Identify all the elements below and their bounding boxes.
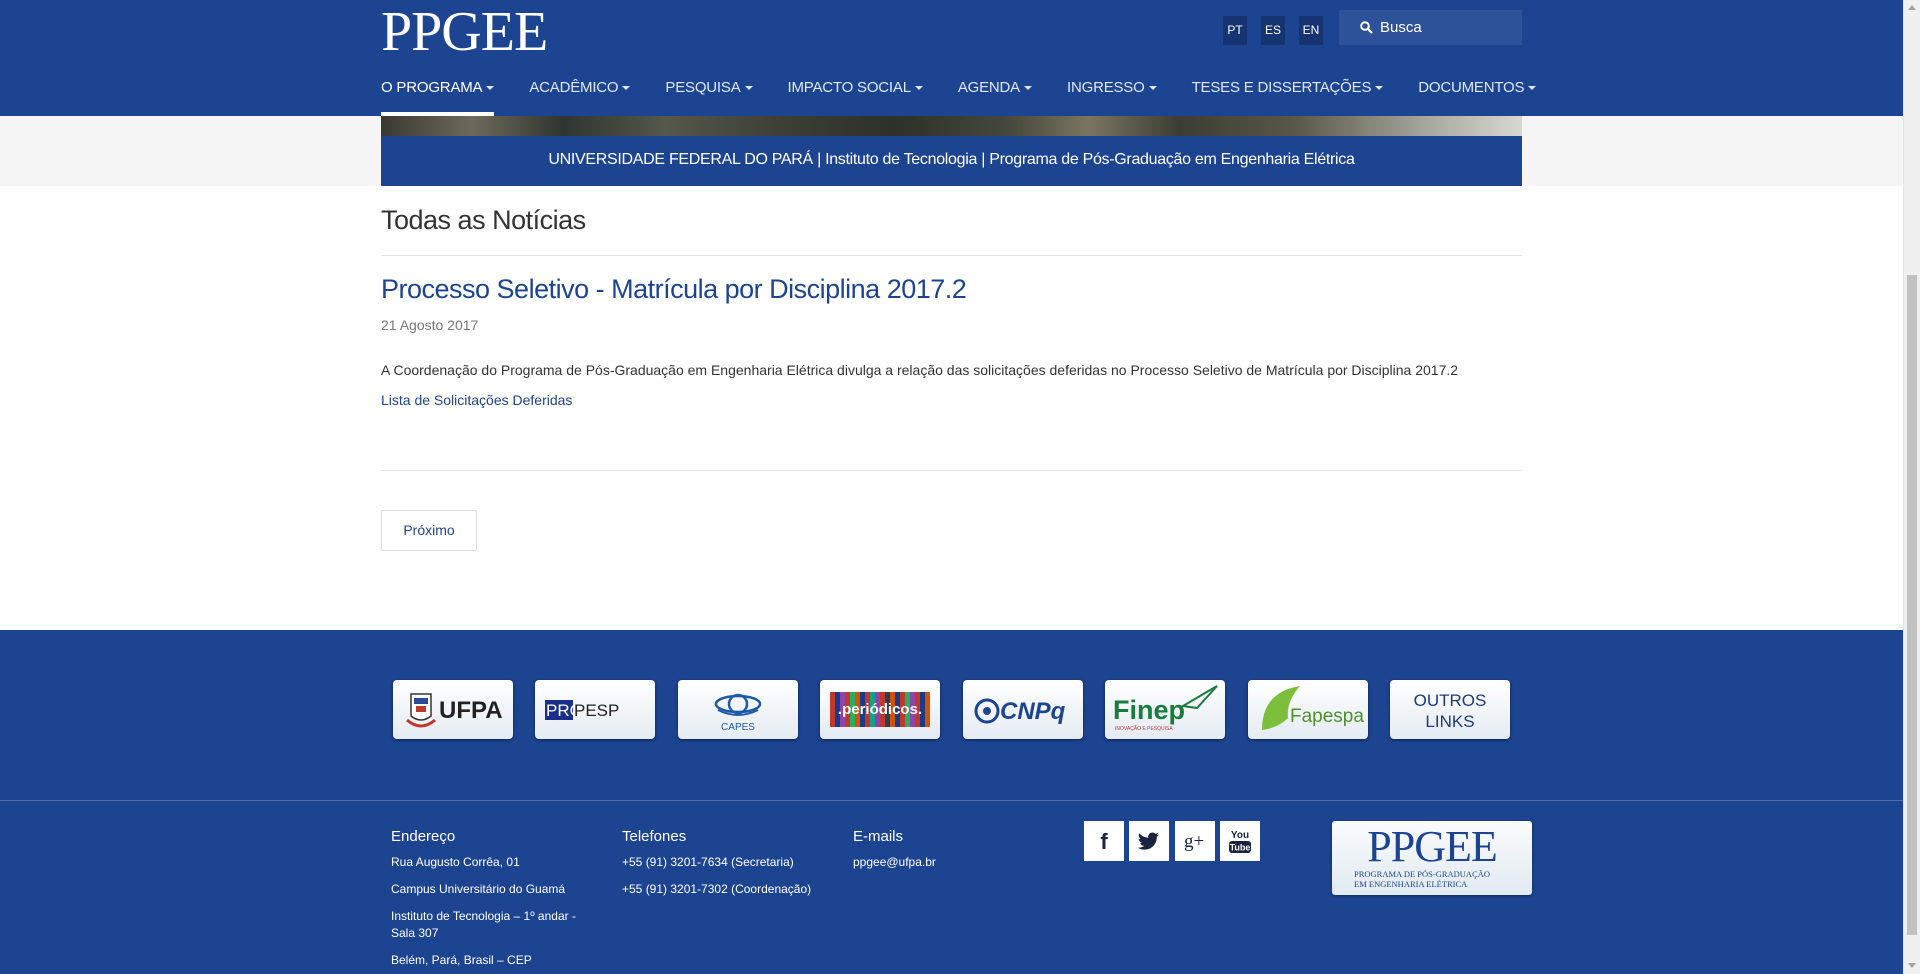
language-en[interactable]: EN — [1299, 16, 1323, 45]
address-line: Instituto de Tecnologia – 1º andar - Sal… — [391, 909, 576, 940]
caret-down-icon — [744, 86, 753, 91]
partner-propesp-logo[interactable]: PRO PESP — [535, 680, 655, 739]
partners-band — [0, 630, 1903, 800]
svg-text:CAPES: CAPES — [721, 722, 755, 733]
partner-capes-logo[interactable]: CAPES — [678, 680, 798, 739]
scroll-down-arrow-icon[interactable] — [1908, 963, 1916, 968]
svg-text:INOVAÇÃO E PESQUISA: INOVAÇÃO E PESQUISA — [1115, 725, 1173, 732]
svg-text:CNPq: CNPq — [1000, 698, 1066, 725]
outros-links-graphic: OUTROS LINKS — [1414, 691, 1487, 731]
nav-agenda[interactable]: AGENDA — [958, 72, 1032, 116]
article-attachment-link[interactable]: Lista de Solicitações Deferidas — [381, 392, 572, 408]
search-placeholder: Busca — [1380, 19, 1422, 36]
nav-academico[interactable]: ACADÊMICO — [529, 72, 631, 116]
capes-logo-graphic: CAPES — [714, 693, 762, 733]
page: PPGEE PT ES EN Busca O PROGRAMA ACADÊMIC… — [0, 0, 1903, 974]
address-line: Campus Universitário do Guamá — [391, 882, 566, 896]
twitter-icon — [1138, 832, 1159, 850]
language-es[interactable]: ES — [1261, 16, 1285, 45]
svg-text:UFPA: UFPA — [439, 697, 503, 724]
ufpa-emblem-icon: UFPA — [406, 693, 503, 728]
main-nav: O PROGRAMA ACADÊMICO PESQUISA IMPACTO SO… — [381, 72, 1571, 116]
svg-text:Finep: Finep — [1113, 695, 1185, 725]
scroll-up-arrow-icon[interactable] — [1908, 5, 1916, 10]
finep-logo-graphic: Finep INOVAÇÃO E PESQUISA — [1113, 685, 1218, 732]
svg-text:.periódicos.: .periódicos. — [838, 701, 922, 718]
email-link[interactable]: ppgee@ufpa.br — [853, 854, 1013, 871]
propesp-logo-graphic: PRO PESP — [545, 700, 619, 720]
address-heading: Endereço — [391, 828, 456, 845]
address-line: Belém, Pará, Brasil – CEP — [391, 953, 532, 967]
divider — [381, 255, 1522, 256]
search-input[interactable]: Busca — [1339, 10, 1522, 45]
periodicos-logo-graphic: .periódicos. — [830, 692, 930, 727]
partner-periodicos-logo[interactable]: .periódicos. — [820, 680, 940, 739]
article-date: 21 Agosto 2017 — [381, 317, 479, 333]
footer-ppgee-logo[interactable]: PPGEE PROGRAMA DE PÓS-GRADUAÇÃO EM ENGEN… — [1332, 821, 1532, 895]
article-title-link[interactable]: Processo Seletivo - Matrícula por Discip… — [381, 274, 967, 305]
cnpq-logo-graphic: CNPq — [974, 698, 1066, 725]
article-body: A Coordenação do Programa de Pós-Graduaç… — [381, 362, 1459, 378]
google-plus-button[interactable]: g+ — [1175, 821, 1215, 861]
emails-heading: E-mails — [853, 828, 904, 845]
university-strip: UNIVERSIDADE FEDERAL DO PARÁ | Instituto… — [381, 136, 1522, 186]
svg-text:OUTROS: OUTROS — [1414, 691, 1487, 710]
caret-down-icon — [1024, 86, 1032, 91]
divider — [381, 470, 1522, 471]
svg-text:You: You — [1231, 830, 1249, 841]
page-title: Todas as Notícias — [381, 205, 586, 235]
partner-cnpq-logo[interactable]: CNPq — [963, 680, 1083, 739]
nav-o-programa[interactable]: O PROGRAMA — [381, 72, 495, 116]
footer-logo-subtitle: PROGRAMA DE PÓS-GRADUAÇÃO — [1354, 869, 1491, 879]
nav-teses-dissertacoes[interactable]: TESES E DISSERTAÇÕES — [1192, 72, 1384, 116]
nav-documentos[interactable]: DOCUMENTOS — [1418, 72, 1537, 116]
vertical-scrollbar[interactable] — [1903, 0, 1920, 974]
caret-down-icon — [914, 86, 923, 91]
caret-down-icon — [1148, 86, 1157, 91]
footer — [0, 800, 1903, 974]
youtube-icon: You Tube — [1229, 830, 1251, 853]
site-logo[interactable]: PPGEE — [381, 2, 548, 62]
partner-outros-links[interactable]: OUTROS LINKS — [1390, 680, 1510, 739]
caret-down-icon — [622, 86, 631, 91]
twitter-button[interactable] — [1129, 821, 1169, 861]
caret-down-icon — [1528, 86, 1537, 91]
search-icon — [1360, 21, 1373, 34]
svg-text:Tube: Tube — [1230, 843, 1251, 853]
svg-text:f: f — [1100, 829, 1108, 853]
phone-line: +55 (91) 3201-7302 (Coordenação) — [622, 882, 812, 896]
footer-emails: E-mails ppgee@ufpa.br — [853, 828, 1013, 881]
caret-down-icon — [1375, 86, 1384, 91]
svg-text:g+: g+ — [1184, 831, 1204, 852]
fapespa-logo-graphic: Fapespa — [1262, 686, 1364, 730]
partner-fapespa-logo[interactable]: Fapespa — [1248, 680, 1368, 739]
scrollbar-thumb[interactable] — [1907, 275, 1917, 935]
caret-down-icon — [486, 86, 495, 91]
facebook-button[interactable]: f — [1084, 821, 1124, 861]
svg-text:LINKS: LINKS — [1425, 712, 1474, 731]
footer-phones: Telefones +55 (91) 3201-7634 (Secretaria… — [622, 828, 842, 908]
partner-finep-logo[interactable]: Finep INOVAÇÃO E PESQUISA — [1105, 680, 1225, 739]
nav-impacto-social[interactable]: IMPACTO SOCIAL — [788, 72, 923, 116]
nav-pesquisa[interactable]: PESQUISA — [665, 72, 753, 116]
address-line: Rua Augusto Corrêa, 01 — [391, 855, 520, 869]
footer-logo-subtitle: EM ENGENHARIA ELÉTRICA — [1354, 879, 1468, 889]
facebook-icon: f — [1100, 829, 1108, 853]
nav-ingresso[interactable]: INGRESSO — [1067, 72, 1157, 116]
partner-ufpa-logo[interactable]: UFPA — [393, 680, 513, 739]
phones-heading: Telefones — [622, 828, 687, 845]
site-header: PPGEE PT ES EN Busca O PROGRAMA ACADÊMIC… — [0, 0, 1903, 116]
google-plus-icon: g+ — [1184, 831, 1204, 852]
svg-text:Fapespa: Fapespa — [1290, 706, 1364, 727]
svg-text:PESP: PESP — [574, 701, 619, 720]
phone-line: +55 (91) 3201-7634 (Secretaria) — [622, 855, 794, 869]
language-pt[interactable]: PT — [1223, 16, 1247, 45]
footer-address: Endereço Rua Augusto Corrêa, 01 Campus U… — [391, 828, 591, 974]
banner-photo — [381, 116, 1522, 136]
next-page-button[interactable]: Próximo — [381, 510, 477, 551]
youtube-button[interactable]: You Tube — [1220, 821, 1260, 861]
footer-logo-wordmark: PPGEE — [1367, 822, 1497, 871]
